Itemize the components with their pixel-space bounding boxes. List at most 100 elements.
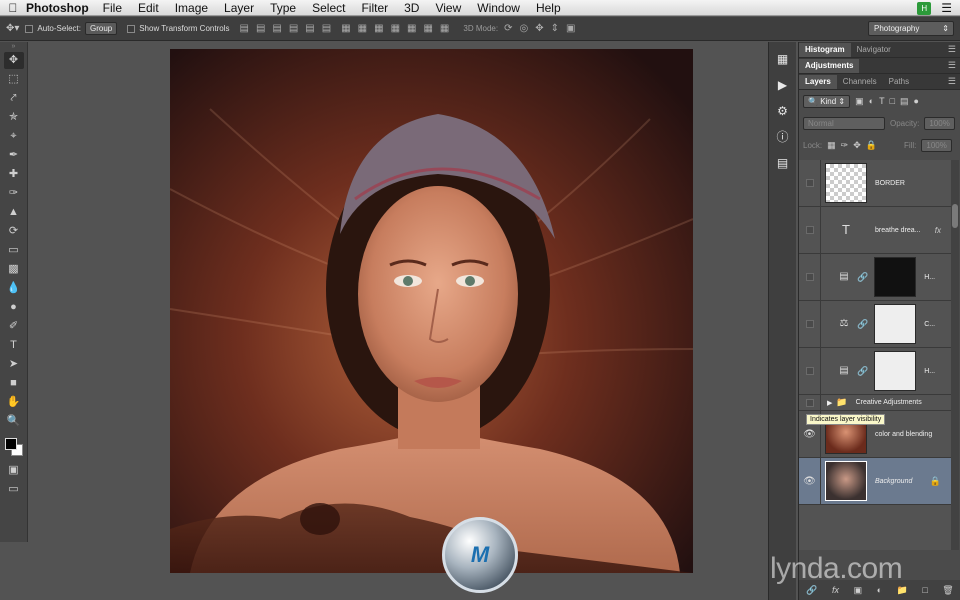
tab-histogram[interactable]: Histogram (799, 43, 851, 57)
layers-scrollbar[interactable] (951, 160, 959, 550)
align-left-icon[interactable]: ▤ (289, 23, 298, 34)
visibility-toggle[interactable]: 👁 (799, 458, 821, 504)
brush-tool-icon[interactable]: ✑ (4, 185, 24, 202)
new-group-icon[interactable]: 📁 (897, 585, 908, 596)
lock-position-icon[interactable]: ✥ (853, 140, 861, 151)
tool-presets-icon[interactable]: ▤ (774, 154, 792, 172)
filter-kind-dropdown[interactable]: 🔍 Kind ⇕ (803, 94, 851, 108)
workspace-switcher[interactable]: Photography ⇕ (868, 21, 954, 36)
clone-stamp-tool-icon[interactable]: ▲ (4, 204, 24, 221)
distribute-hcenter-icon[interactable]: ▦ (407, 23, 416, 34)
distribute-bottom-icon[interactable]: ▦ (374, 23, 383, 34)
info-panel-icon[interactable]: ⓘ (774, 128, 792, 146)
layer-row[interactable]: T breathe drea... fx (799, 207, 951, 254)
pen-tool-icon[interactable]: ✐ (4, 318, 24, 335)
tab-navigator[interactable]: Navigator (851, 43, 897, 57)
dodge-tool-icon[interactable]: ● (4, 299, 24, 316)
tab-paths[interactable]: Paths (883, 75, 915, 89)
tab-adjustments[interactable]: Adjustments (799, 59, 860, 73)
menu-edit[interactable]: Edit (138, 1, 159, 15)
foreground-color-swatch[interactable] (5, 438, 17, 450)
link-icon[interactable]: 🔗 (857, 272, 868, 283)
visibility-toggle[interactable] (799, 348, 821, 394)
align-right-icon[interactable]: ▤ (322, 23, 331, 34)
menu-type[interactable]: Type (270, 1, 296, 15)
visibility-toggle[interactable] (799, 160, 821, 206)
actions-play-icon[interactable]: ▶ (774, 76, 792, 94)
marquee-tool-icon[interactable]: ⬚ (4, 71, 24, 88)
visibility-toggle[interactable] (799, 395, 821, 410)
3d-slide-icon[interactable]: ⇕ (551, 23, 559, 34)
distribute-right-icon[interactable]: ▦ (423, 23, 432, 34)
lock-all-icon[interactable]: 🔒 (866, 140, 877, 151)
layer-row[interactable]: ⚖ 🔗 C... (799, 301, 951, 348)
move-tool-preset-icon[interactable]: ✥▾ (6, 23, 19, 34)
menu-filter[interactable]: Filter (361, 1, 388, 15)
auto-align-icon[interactable]: ▦ (440, 23, 449, 34)
eyedropper-tool-icon[interactable]: ✒ (4, 147, 24, 164)
show-transform-checkbox[interactable] (127, 24, 136, 33)
lasso-tool-icon[interactable]: ⤤ (4, 90, 24, 107)
quick-select-tool-icon[interactable]: ✯ (4, 109, 24, 126)
list-menu-icon[interactable]: ☰ (941, 1, 952, 15)
type-tool-icon[interactable]: T (4, 337, 24, 354)
apple-menu-icon[interactable]:  (0, 1, 26, 15)
properties-panel-icon[interactable]: ⚙ (774, 102, 792, 120)
zoom-tool-icon[interactable]: 🔍 (4, 413, 24, 430)
tab-channels[interactable]: Channels (837, 75, 883, 89)
document-canvas[interactable] (170, 49, 693, 573)
fill-input[interactable]: 100% (921, 138, 952, 152)
delete-layer-icon[interactable]: 🗑 (942, 585, 953, 596)
new-adjustment-layer-icon[interactable]: ◐ (877, 585, 882, 595)
filter-shape-icon[interactable]: □ (890, 96, 895, 106)
align-top-icon[interactable]: ▤ (239, 23, 248, 34)
menu-view[interactable]: View (435, 1, 461, 15)
layer-row[interactable]: BORDER (799, 160, 951, 207)
layer-effects-icon[interactable]: fx (935, 226, 941, 235)
quick-mask-icon[interactable]: ▣ (4, 462, 24, 479)
link-icon[interactable]: 🔗 (857, 366, 868, 377)
link-icon[interactable]: 🔗 (857, 319, 868, 330)
3d-scale-icon[interactable]: ▣ (566, 23, 575, 34)
filter-pixel-icon[interactable]: ▣ (855, 96, 864, 107)
menu-image[interactable]: Image (175, 1, 208, 15)
menu-file[interactable]: File (103, 1, 122, 15)
eraser-tool-icon[interactable]: ▭ (4, 242, 24, 259)
layer-row[interactable]: ▤ 🔗 H... (799, 348, 951, 395)
link-layers-icon[interactable]: 🔗 (806, 585, 817, 596)
3d-rotate-icon[interactable]: ⟳ (504, 23, 512, 34)
add-layer-style-icon[interactable]: fx (832, 585, 839, 595)
layer-row[interactable]: ▤ 🔗 H... (799, 254, 951, 301)
lock-transparent-icon[interactable]: ▦ (827, 140, 836, 151)
menu-3d[interactable]: 3D (404, 1, 419, 15)
opacity-input[interactable]: 100% (924, 116, 955, 130)
menu-window[interactable]: Window (477, 1, 520, 15)
align-hcenter-icon[interactable]: ▤ (305, 23, 314, 34)
blur-tool-icon[interactable]: 💧 (4, 280, 24, 297)
layer-group-row[interactable]: ▶ 📁 Creative Adjustments (799, 395, 951, 411)
distribute-left-icon[interactable]: ▦ (391, 23, 400, 34)
visibility-toggle[interactable] (799, 254, 821, 300)
3d-roll-icon[interactable]: ◎ (519, 23, 528, 34)
layer-mask-thumbnail[interactable] (874, 304, 917, 344)
layer-mask-thumbnail[interactable] (874, 257, 917, 297)
hand-tool-icon[interactable]: ✋ (4, 394, 24, 411)
status-badge[interactable]: H (917, 1, 932, 15)
path-select-tool-icon[interactable]: ➤ (4, 356, 24, 373)
add-mask-icon[interactable]: ▣ (854, 585, 863, 596)
layers-menu-icon[interactable]: ☰ (948, 76, 956, 87)
crop-tool-icon[interactable]: ⌖ (4, 128, 24, 145)
new-layer-icon[interactable]: □ (922, 585, 927, 595)
healing-brush-tool-icon[interactable]: ✚ (4, 166, 24, 183)
scrollbar-thumb[interactable] (952, 204, 958, 228)
lock-image-icon[interactable]: ✑ (841, 140, 849, 151)
menu-select[interactable]: Select (312, 1, 345, 15)
screen-mode-icon[interactable]: ▭ (4, 481, 24, 498)
blend-mode-dropdown[interactable]: Normal (803, 116, 885, 130)
history-panel-icon[interactable]: ▦ (774, 50, 792, 68)
align-bottom-icon[interactable]: ▤ (272, 23, 281, 34)
layer-mask-thumbnail[interactable] (874, 351, 917, 391)
adjustments-menu-icon[interactable]: ☰ (948, 60, 956, 71)
visibility-toggle[interactable] (799, 301, 821, 347)
group-expand-icon[interactable]: ▶ (827, 399, 832, 407)
